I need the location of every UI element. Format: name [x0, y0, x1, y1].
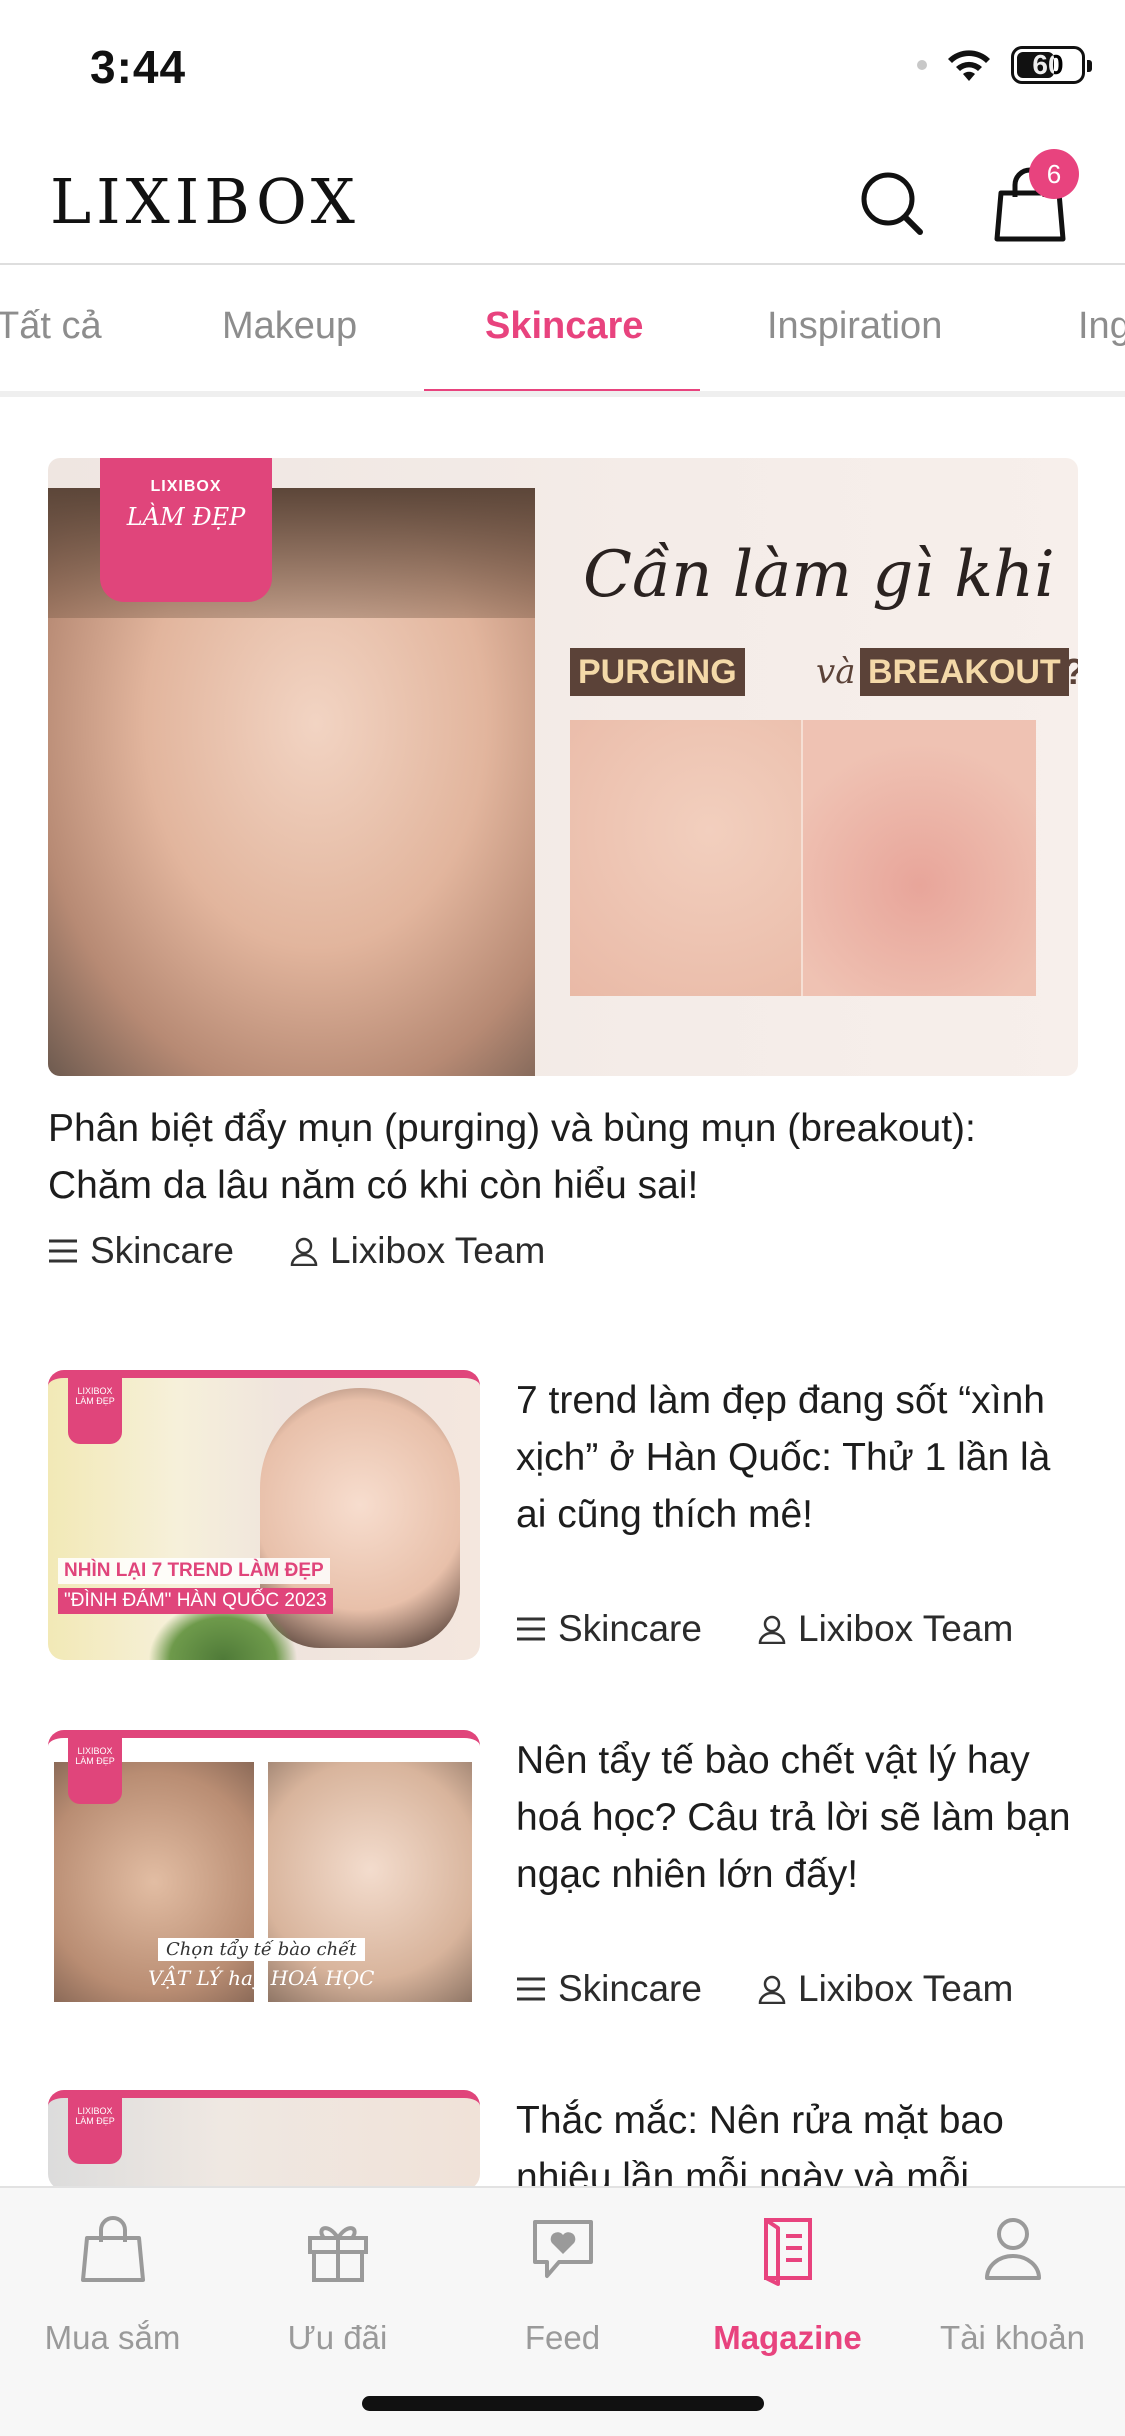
lixibox-logo[interactable]: LIXIBOX — [50, 165, 360, 238]
search-button[interactable] — [848, 157, 938, 247]
gift-icon — [307, 2226, 368, 2282]
author-label: Lixibox Team — [330, 1230, 546, 1271]
article-thumbnail[interactable]: LIXIBOX LÀM ĐẸP — [48, 2090, 480, 2190]
status-icons: 60 — [917, 46, 1092, 84]
thumb-caption: Chọn tẩy tế bào chết — [158, 1938, 365, 1961]
tab-tat-ca[interactable]: Tất cả — [0, 305, 102, 348]
search-icon — [861, 172, 923, 235]
wifi-icon — [948, 50, 990, 81]
article-author: Lixibox Team — [758, 1968, 1013, 2010]
battery-level: 60 — [1032, 49, 1064, 80]
article-thumbnail[interactable]: LIXIBOX LÀM ĐẸP NHÌN LẠI 7 TREND LÀM ĐẸP… — [48, 1370, 480, 1660]
mini-badge: LIXIBOX LÀM ĐẸP — [68, 2098, 122, 2164]
menu-lines-icon — [49, 1239, 77, 1263]
user-icon — [758, 1975, 786, 2004]
dot-icon — [917, 60, 927, 70]
nav-feed[interactable]: Feed — [450, 2208, 675, 2357]
article-category[interactable]: Skincare — [516, 1608, 702, 1650]
featured-category[interactable]: Skincare — [48, 1230, 234, 1272]
tab-inspiration[interactable]: Inspiration — [767, 305, 942, 348]
thumb-caption-2: VẬT LÝ hay HOÁ HỌC — [148, 1966, 375, 1990]
nav-uu-dai[interactable]: Ưu đãi — [225, 2208, 450, 2357]
magazine-icon — [763, 2218, 812, 2286]
cart-button[interactable]: 6 — [985, 149, 1079, 247]
thumb-caption-2: "ĐÌNH ĐÁM" HÀN QUỐC 2023 — [58, 1588, 333, 1614]
thumb-caption: NHÌN LẠI 7 TREND LÀM ĐẸP — [58, 1558, 330, 1584]
hero-tag-breakout: BREAKOUT — [860, 648, 1069, 696]
active-tab-indicator — [424, 389, 700, 391]
menu-lines-icon — [517, 1977, 545, 2001]
nav-label: Feed — [524, 2319, 601, 2356]
chat-heart-icon — [532, 2220, 593, 2278]
article-title[interactable]: Nên tẩy tế bào chết vật lý hay hoá học? … — [516, 1732, 1076, 1903]
mini-badge: LIXIBOX LÀM ĐẸP — [68, 1378, 122, 1444]
nav-magazine[interactable]: Magazine — [675, 2208, 900, 2357]
user-icon — [984, 2218, 1041, 2280]
featured-article-title[interactable]: Phân biệt đẩy mụn (purging) và bùng mụn … — [48, 1100, 1088, 1214]
home-indicator — [362, 2396, 764, 2411]
badge-text: LÀM ĐẸP — [126, 503, 246, 531]
nav-tai-khoan[interactable]: Tài khoản — [900, 2208, 1125, 2357]
hero-headline: Cần làm gì khi — [583, 538, 1055, 612]
featured-author: Lixibox Team — [290, 1230, 545, 1272]
author-label: Lixibox Team — [798, 1968, 1014, 2009]
lixibox-lam-dep-badge: LIXIBOX LÀM ĐẸP — [100, 458, 272, 602]
nav-label: Tài khoản — [940, 2319, 1085, 2356]
nav-mua-sam[interactable]: Mua sắm — [0, 2208, 225, 2357]
tab-ingredients[interactable]: Ing — [1078, 305, 1125, 348]
article-title[interactable]: Thắc mắc: Nên rửa mặt bao nhiêu lần mỗi … — [516, 2092, 1076, 2186]
nav-label: Magazine — [713, 2319, 862, 2356]
article-thumbnail[interactable]: LIXIBOX LÀM ĐẸP Chọn tẩy tế bào chết VẬT… — [48, 1730, 480, 2020]
article-title[interactable]: 7 trend làm đẹp đang sốt “xình xịch” ở H… — [516, 1372, 1076, 1543]
app-header: LIXIBOX 6 — [0, 135, 1125, 265]
user-icon — [758, 1615, 786, 1644]
mini-badge: LIXIBOX LÀM ĐẸP — [68, 1738, 122, 1804]
featured-article-image[interactable]: LIXIBOX LÀM ĐẸP Cần làm gì khi PURGING v… — [48, 458, 1078, 1076]
hero-skin-closeup — [570, 720, 1036, 996]
category-label: Skincare — [90, 1230, 234, 1271]
article-author: Lixibox Team — [758, 1608, 1013, 1650]
tab-makeup[interactable]: Makeup — [222, 305, 357, 348]
category-tabs: Tất cả Makeup Skincare Inspiration Ing — [0, 267, 1125, 397]
menu-lines-icon — [517, 1617, 545, 1641]
shopping-bag-icon — [80, 2216, 145, 2282]
hero-connector: và — [816, 652, 856, 692]
battery-cap — [1087, 60, 1092, 72]
tab-skincare[interactable]: Skincare — [485, 305, 643, 348]
nav-label: Mua sắm — [44, 2319, 181, 2356]
user-icon — [290, 1237, 318, 1266]
hero-question-mark: ? — [1063, 648, 1078, 696]
category-label: Skincare — [558, 1608, 702, 1649]
status-time: 3:44 — [90, 41, 187, 93]
hero-tag-purging: PURGING — [570, 648, 745, 696]
badge-brand: LIXIBOX — [150, 478, 222, 495]
status-bar: 3:44 60 — [0, 0, 1125, 135]
article-category[interactable]: Skincare — [516, 1968, 702, 2010]
category-label: Skincare — [558, 1968, 702, 2009]
author-label: Lixibox Team — [798, 1608, 1014, 1649]
battery-icon: 60 — [1011, 46, 1092, 84]
nav-label: Ưu đãi — [287, 2319, 388, 2356]
cart-count-badge: 6 — [1029, 149, 1079, 199]
